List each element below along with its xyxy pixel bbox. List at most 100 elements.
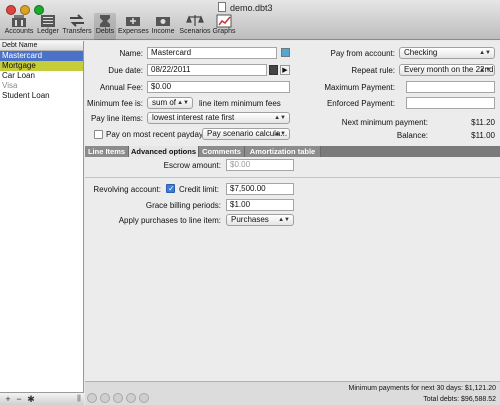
- section-divider: [85, 177, 500, 178]
- income-icon: [156, 17, 170, 26]
- repeat-rule-popup[interactable]: Every month on the 22nd ▲▼: [399, 64, 495, 76]
- add-debt-button[interactable]: +: [3, 394, 13, 404]
- toolbar-debts-button[interactable]: Debts: [94, 13, 116, 40]
- max-payment-field[interactable]: [406, 81, 495, 93]
- play-arrow-icon[interactable]: ▶: [280, 65, 290, 75]
- repeat-rule-label: Repeat rule:: [351, 66, 395, 75]
- debts-icon: [100, 15, 110, 27]
- toolbar-ledger-label: Ledger: [37, 28, 59, 35]
- min-fee-value: sum of: [152, 98, 177, 107]
- first-record-icon[interactable]: [87, 393, 97, 403]
- scenarios-icon: [186, 15, 204, 26]
- tab-advanced-options[interactable]: Advanced options: [129, 146, 199, 157]
- toolbar-transfers-label: Transfers: [62, 28, 92, 35]
- debt-list-sidebar: Debt Name Mastercard Mortgage Car Loan V…: [0, 41, 84, 392]
- next-min-payment-label: Next minimum payment:: [341, 118, 428, 127]
- advanced-options-panel: Escrow amount: $0.00 Revolving account: …: [85, 157, 500, 381]
- toolbar-accounts-button[interactable]: Accounts: [4, 13, 34, 40]
- annual-fee-field[interactable]: $0.00: [147, 81, 290, 93]
- pay-from-label: Pay from account:: [330, 49, 395, 58]
- next-min-payment-value: $11.20: [471, 118, 495, 127]
- pay-line-items-label: Pay line items:: [90, 114, 143, 123]
- min-fee-popup[interactable]: sum of ▲▼: [147, 97, 193, 109]
- toolbar-expenses-button[interactable]: Expenses: [118, 13, 149, 40]
- next-record-icon[interactable]: [113, 393, 123, 403]
- remove-debt-button[interactable]: −: [14, 394, 24, 404]
- debt-row-student-loan[interactable]: Student Loan: [0, 91, 83, 101]
- grace-periods-label: Grace billing periods:: [145, 201, 221, 210]
- expenses-icon: [126, 17, 140, 26]
- previous-record-icon[interactable]: [100, 393, 110, 403]
- annual-fee-label: Annual Fee:: [99, 83, 143, 92]
- resize-handle-icon[interactable]: ||: [74, 394, 84, 404]
- name-label: Name:: [119, 49, 143, 58]
- popup-arrows-icon: ▲▼: [278, 217, 290, 223]
- max-payment-label: Maximum Payment:: [324, 83, 395, 92]
- enforced-payment-label: Enforced Payment:: [326, 99, 395, 108]
- debt-row-mortgage[interactable]: Mortgage: [0, 61, 83, 71]
- toolbar-graphs-label: Graphs: [212, 28, 236, 35]
- balance-value: $11.00: [471, 131, 495, 140]
- min-payments-status: Minimum payments for next 30 days: $1,12…: [348, 385, 496, 392]
- debt-list-header[interactable]: Debt Name: [0, 41, 83, 51]
- toolbar-graphs-button[interactable]: Graphs: [212, 13, 236, 40]
- settings-gear-button[interactable]: ✱: [26, 394, 36, 404]
- due-date-label: Due date:: [108, 66, 143, 75]
- revolving-checkbox[interactable]: [166, 184, 175, 193]
- color-swatch[interactable]: [281, 48, 290, 57]
- pay-recent-label: Pay on most recent payday: [106, 130, 203, 139]
- graphs-icon: [216, 14, 232, 28]
- min-fee-suffix: line item minimum fees: [199, 99, 281, 108]
- escrow-field[interactable]: $0.00: [226, 159, 294, 171]
- ledger-icon: [41, 15, 55, 27]
- toolbar-income-label: Income: [151, 28, 175, 35]
- transfers-icon: [70, 14, 84, 27]
- toolbar-debts-label: Debts: [95, 28, 115, 35]
- refresh-icon[interactable]: [139, 393, 149, 403]
- credit-limit-field[interactable]: $7,500.00: [226, 183, 294, 195]
- toolbar-ledger-button[interactable]: Ledger: [36, 13, 60, 40]
- popup-arrows-icon: ▲▼: [274, 131, 286, 137]
- apply-purchases-popup[interactable]: Purchases ▲▼: [226, 214, 294, 226]
- pay-line-items-popup[interactable]: lowest interest rate first ▲▼: [147, 112, 290, 124]
- document-icon: [218, 2, 226, 12]
- toolbar-transfers-button[interactable]: Transfers: [62, 13, 92, 40]
- pay-scenario-popup[interactable]: Pay scenario calcula... ▲▼: [202, 128, 290, 140]
- min-fee-label: Minimum fee is:: [86, 99, 143, 108]
- toolbar-expenses-label: Expenses: [118, 28, 149, 35]
- revolving-label: Revolving account:: [93, 185, 161, 194]
- tab-line-items[interactable]: Line Items: [85, 146, 129, 157]
- due-date-field[interactable]: 08/22/2011: [147, 64, 267, 76]
- balance-label: Balance:: [396, 131, 428, 140]
- popup-arrows-icon: ▲▼: [177, 100, 189, 106]
- credit-limit-label: Credit limit:: [179, 185, 220, 194]
- pay-recent-checkbox[interactable]: [94, 130, 103, 139]
- toolbar-scenarios-label: Scenarios: [179, 28, 211, 35]
- apply-purchases-value: Purchases: [231, 215, 269, 224]
- popup-arrows-icon: ▲▼: [479, 50, 491, 56]
- name-field[interactable]: Mastercard: [147, 47, 277, 59]
- window-title: demo.dbt3: [230, 3, 273, 13]
- toolbar-scenarios-button[interactable]: Scenarios: [178, 13, 212, 40]
- debt-row-car-loan[interactable]: Car Loan: [0, 71, 83, 81]
- pay-from-value: Checking: [404, 48, 438, 57]
- calendar-icon[interactable]: [269, 65, 278, 75]
- debt-detail-panel: Name: Mastercard Due date: 08/22/2011 ▶ …: [85, 41, 500, 392]
- apply-purchases-label: Apply purchases to line item:: [118, 216, 221, 225]
- last-record-icon[interactable]: [126, 393, 136, 403]
- grace-periods-field[interactable]: $1.00: [226, 199, 294, 211]
- debt-row-mastercard[interactable]: Mastercard: [0, 51, 83, 61]
- tab-comments[interactable]: Comments: [199, 146, 245, 157]
- escrow-label: Escrow amount:: [163, 161, 221, 170]
- popup-arrows-icon: ▲▼: [479, 67, 491, 73]
- toolbar-accounts-label: Accounts: [4, 28, 34, 35]
- debt-row-visa[interactable]: Visa: [0, 81, 83, 91]
- total-debts-status: Total debts: $96,588.52: [423, 396, 496, 403]
- sidebar-bottom-bar: + − ✱ ||: [0, 392, 84, 405]
- toolbar-income-button[interactable]: Income: [150, 13, 176, 40]
- pay-from-popup[interactable]: Checking ▲▼: [399, 47, 495, 59]
- enforced-payment-field[interactable]: [406, 97, 495, 109]
- window-titlebar: demo.dbt3 Accounts Ledger Transfers Debt…: [0, 0, 500, 40]
- tab-amortization-table[interactable]: Amortization table: [245, 146, 321, 157]
- popup-arrows-icon: ▲▼: [274, 115, 286, 121]
